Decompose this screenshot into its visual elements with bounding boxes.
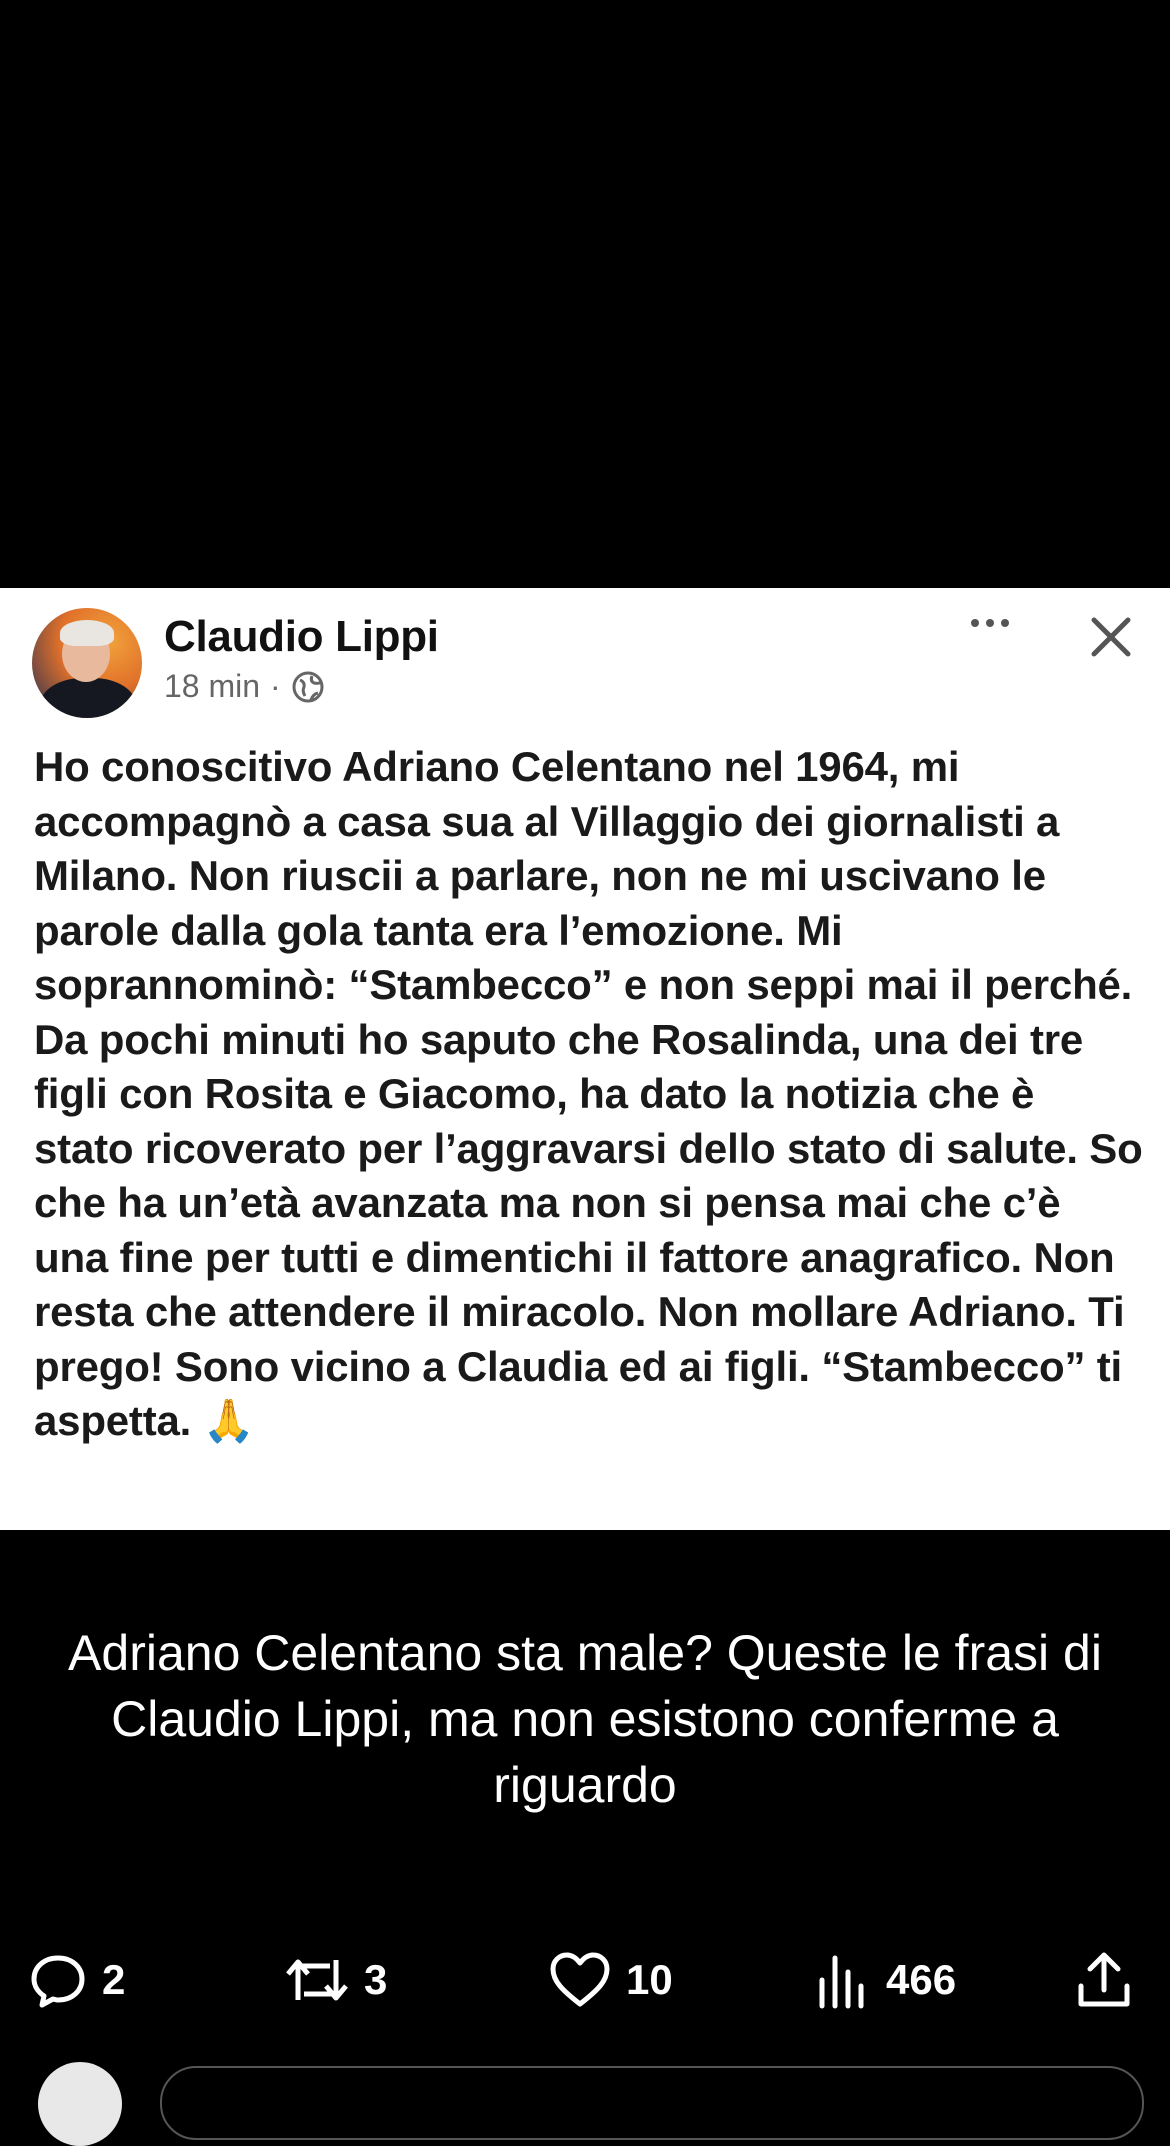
globe-icon bbox=[292, 671, 324, 702]
action-bar: 2 3 10 466 bbox=[0, 1940, 1170, 2020]
more-icon[interactable] bbox=[960, 608, 1020, 638]
post-meta: 18 min · bbox=[164, 668, 325, 705]
praying-hands-emoji: 🙏 bbox=[202, 1396, 255, 1445]
media-top-area bbox=[0, 0, 1170, 588]
reply-input[interactable] bbox=[160, 2066, 1144, 2140]
post-text: Ho conoscitivo Adriano Celentano nel 196… bbox=[34, 740, 1144, 1449]
share-button[interactable] bbox=[1074, 1940, 1134, 2020]
heart-icon bbox=[550, 1952, 610, 2007]
reply-button[interactable]: 2 bbox=[28, 1940, 125, 2020]
author-name: Claudio Lippi bbox=[164, 612, 439, 661]
avatar bbox=[32, 608, 142, 718]
repost-icon bbox=[286, 1959, 348, 2001]
post-body: Ho conoscitivo Adriano Celentano nel 196… bbox=[34, 743, 1143, 1444]
views-button[interactable]: 466 bbox=[812, 1940, 956, 2020]
user-avatar[interactable] bbox=[38, 2062, 122, 2146]
repost-count: 3 bbox=[364, 1956, 388, 2003]
like-button[interactable]: 10 bbox=[548, 1940, 673, 2020]
views-icon bbox=[819, 1955, 864, 2009]
meta-separator: · bbox=[270, 668, 281, 704]
views-count: 466 bbox=[886, 1956, 957, 2003]
embedded-post-screenshot: Claudio Lippi 18 min · Ho conoscitivo Ad… bbox=[0, 588, 1170, 1530]
post-time: 18 min bbox=[164, 668, 261, 704]
reply-icon bbox=[31, 1955, 85, 2008]
repost-button[interactable]: 3 bbox=[284, 1940, 387, 2020]
share-icon bbox=[1078, 1952, 1130, 2007]
close-icon[interactable] bbox=[1084, 610, 1138, 664]
like-count: 10 bbox=[626, 1956, 673, 2003]
media-caption: Adriano Celentano sta male? Queste le fr… bbox=[68, 1625, 1102, 1813]
reply-count: 2 bbox=[102, 1956, 126, 2003]
